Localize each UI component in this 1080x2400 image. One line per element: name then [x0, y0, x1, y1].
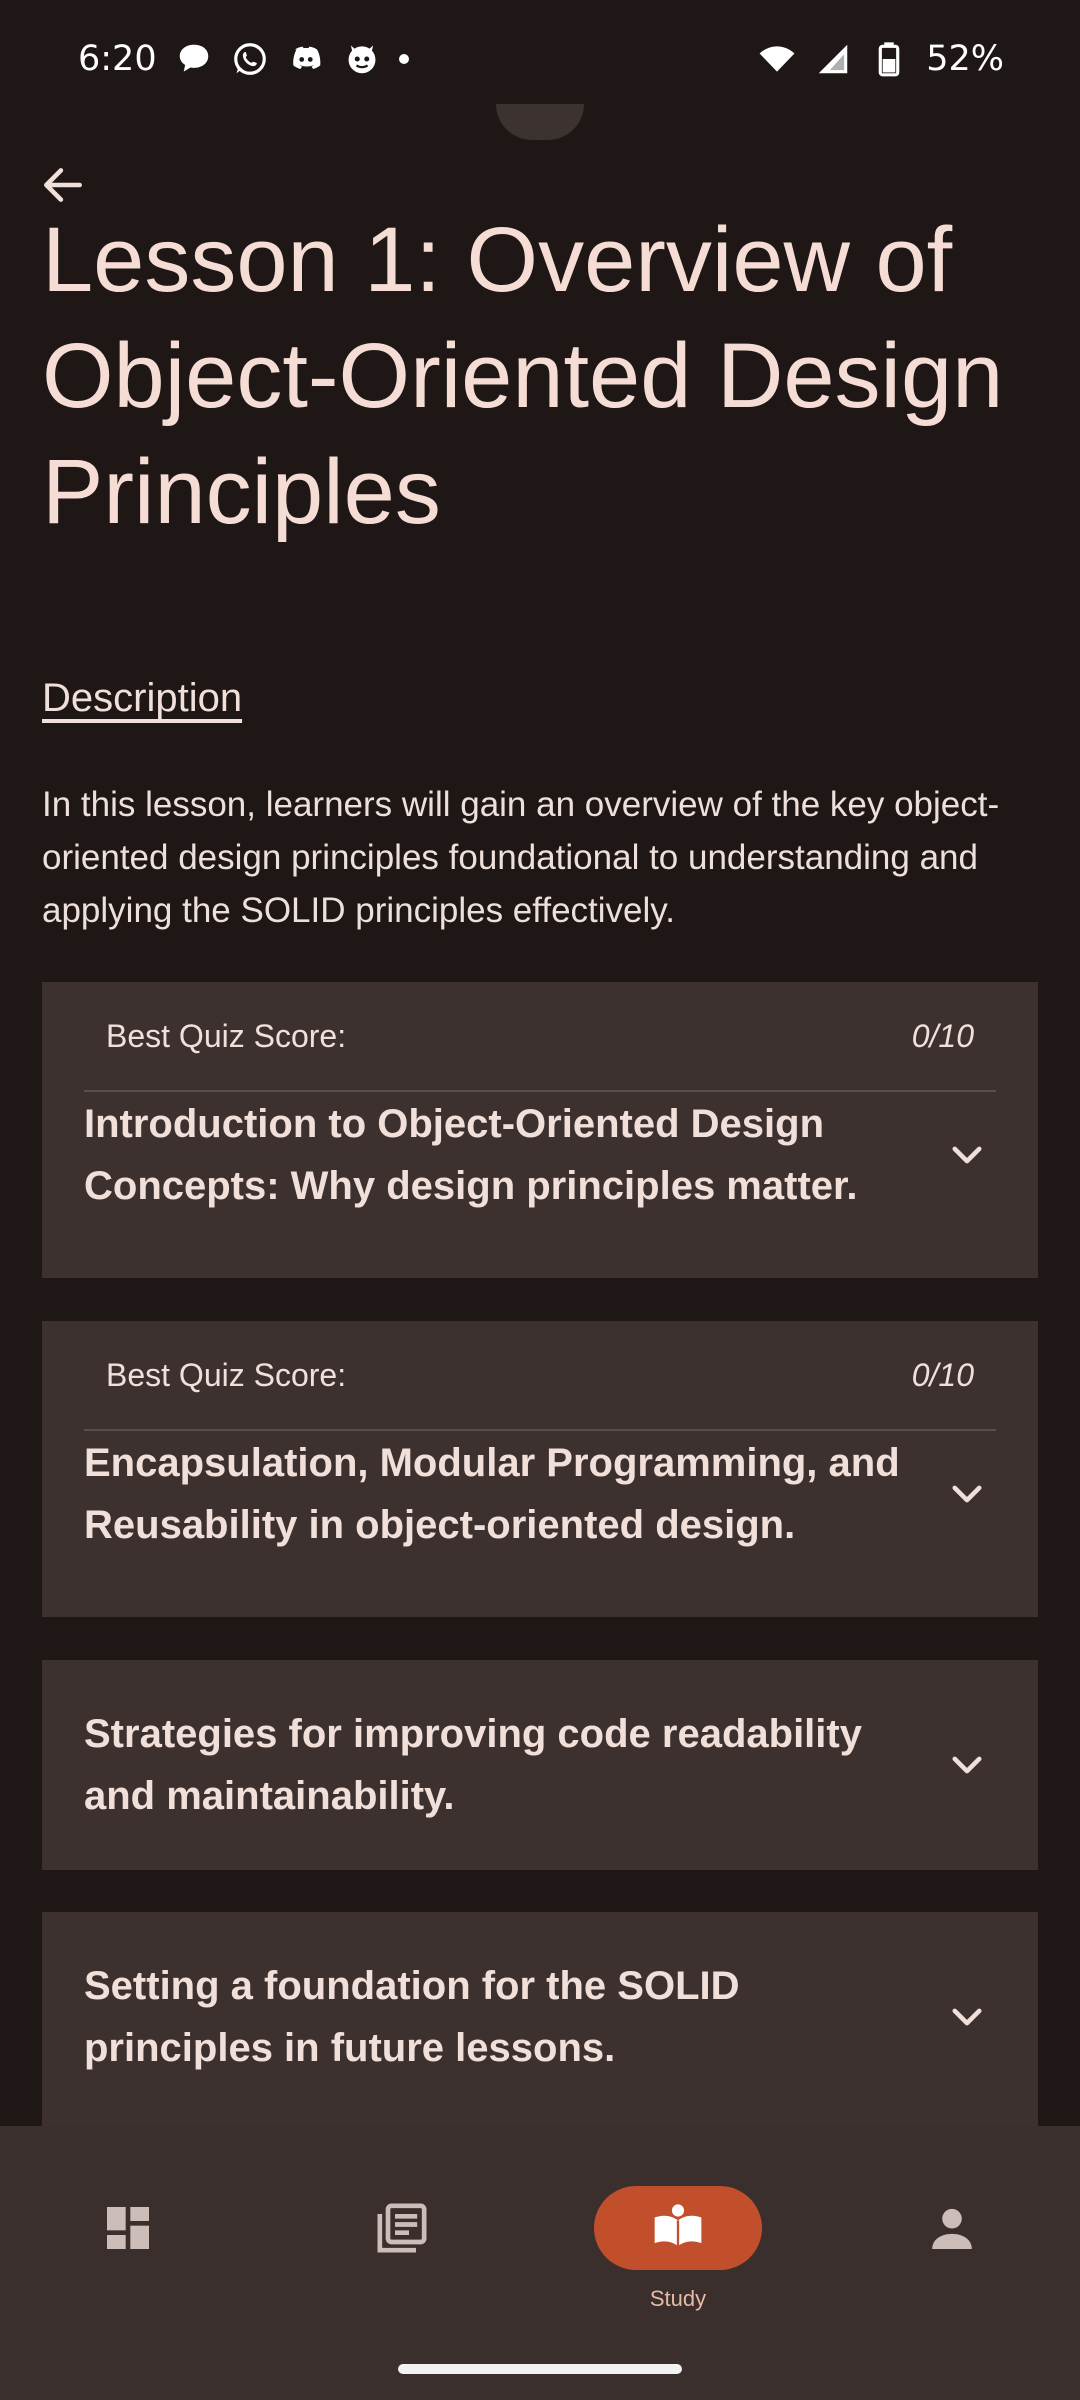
bottom-nav: Study [0, 2126, 1080, 2400]
dashboard-icon [107, 2207, 149, 2249]
github-icon [343, 40, 381, 78]
topic-card[interactable]: Best Quiz Score: 0/10 Encapsulation, Mod… [42, 1321, 1038, 1617]
description-text: In this lesson, learners will gain an ov… [42, 785, 1000, 930]
topic-header[interactable]: Introduction to Object-Oriented Design C… [84, 1092, 996, 1218]
nav-item-profile[interactable] [862, 2186, 1042, 2316]
nav-item-library[interactable] [312, 2186, 492, 2316]
discord-icon [287, 40, 325, 78]
battery-percent: 52% [926, 39, 1004, 79]
quiz-score-row: Best Quiz Score: 0/10 [84, 1321, 996, 1431]
topic-title: Encapsulation, Modular Programming, and … [84, 1441, 900, 1547]
nav-label: Study [649, 2286, 707, 2311]
description-heading: Description [42, 676, 243, 720]
nav-pill [318, 2186, 486, 2270]
topic-card[interactable]: Setting a foundation for the SOLID princ… [42, 1912, 1038, 2126]
quiz-score-label: Best Quiz Score: [106, 1017, 347, 1054]
chevron-down-icon[interactable] [932, 1459, 1002, 1529]
nav-item-dashboard[interactable] [38, 2186, 218, 2316]
wifi-icon [758, 40, 796, 78]
chat-bubble-icon [175, 40, 213, 78]
status-left: 6:20 [78, 39, 409, 79]
topic-header[interactable]: Strategies for improving code readabilit… [84, 1660, 996, 1870]
nav-pill-active [594, 2186, 762, 2270]
status-right: 52% [758, 39, 1004, 79]
nav-item-study[interactable]: Study [588, 2186, 768, 2316]
chevron-down-icon[interactable] [932, 1982, 1002, 2052]
more-dot-icon [398, 54, 409, 64]
topic-card[interactable]: Strategies for improving code readabilit… [42, 1660, 1038, 1870]
whatsapp-icon [231, 40, 269, 78]
chevron-down-icon[interactable] [932, 1730, 1002, 1800]
topic-header[interactable]: Setting a foundation for the SOLID princ… [84, 1912, 996, 2122]
nav-pill [868, 2186, 1036, 2270]
topic-card[interactable]: Best Quiz Score: 0/10 Introduction to Ob… [42, 982, 1038, 1278]
battery-icon [870, 40, 908, 78]
quiz-score-label: Best Quiz Score: [106, 1356, 347, 1393]
quiz-score-value: 0/10 [911, 1356, 974, 1393]
pull-handle[interactable] [496, 104, 584, 140]
topic-title: Strategies for improving code readabilit… [84, 1712, 862, 1818]
chevron-down-icon[interactable] [932, 1120, 1002, 1190]
nav-pill [44, 2186, 212, 2270]
library-icon [377, 2203, 427, 2253]
topic-title: Setting a foundation for the SOLID princ… [84, 1964, 740, 2070]
quiz-score-value: 0/10 [911, 1017, 974, 1054]
status-bar: 6:20 52% [0, 0, 1080, 118]
topic-header[interactable]: Encapsulation, Modular Programming, and … [84, 1431, 996, 1557]
quiz-score-row: Best Quiz Score: 0/10 [84, 982, 996, 1092]
signal-icon [814, 40, 852, 78]
person-icon [932, 2208, 972, 2249]
study-book-icon [654, 2204, 702, 2246]
page-title: Lesson 1: Overview of Object-Oriented De… [42, 209, 1004, 543]
status-time: 6:20 [78, 39, 157, 79]
home-indicator[interactable] [398, 2364, 682, 2374]
topic-title: Introduction to Object-Oriented Design C… [84, 1102, 858, 1208]
